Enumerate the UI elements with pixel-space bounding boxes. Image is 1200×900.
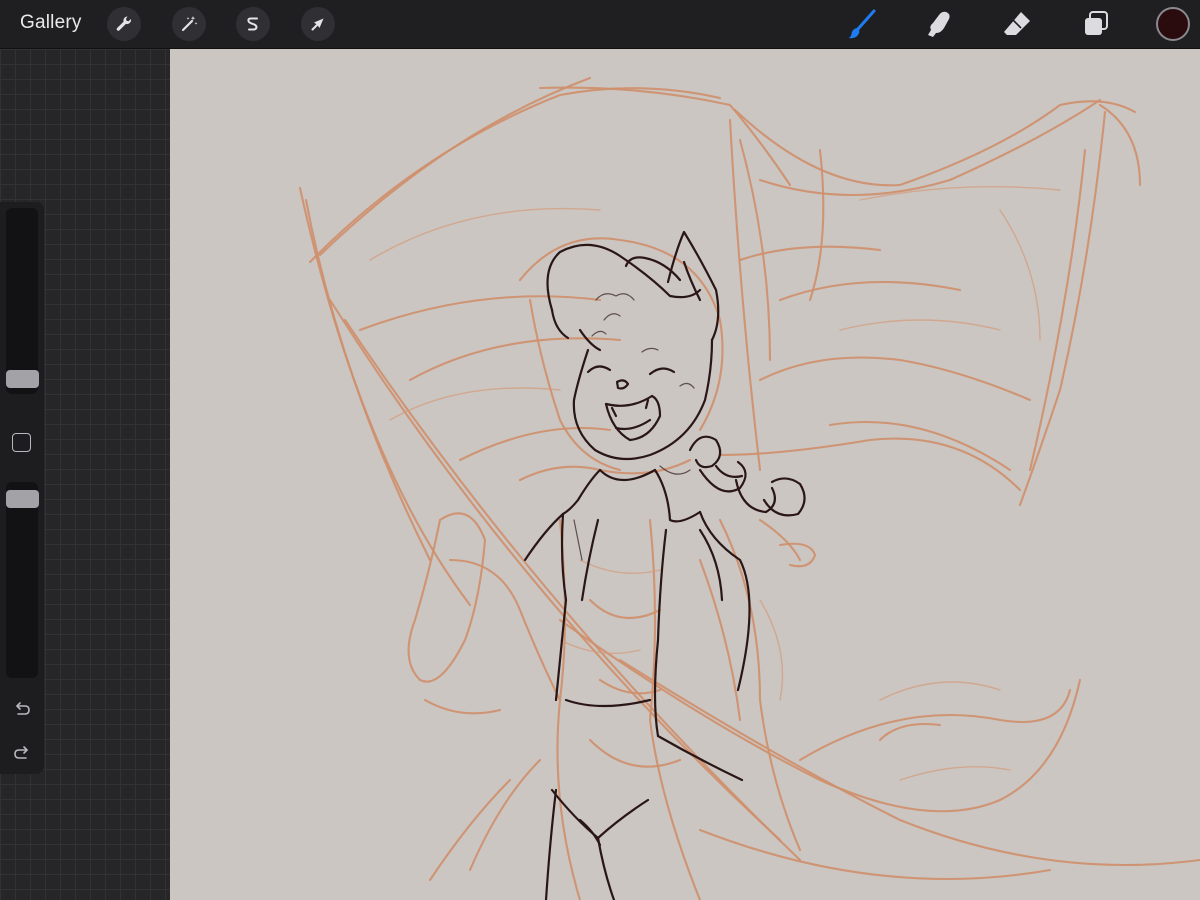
actions-button[interactable] <box>107 7 141 41</box>
sketch-artwork <box>298 76 1200 900</box>
redo-button[interactable] <box>10 740 34 764</box>
eraser-icon <box>1004 12 1030 35</box>
brush-icon <box>848 9 876 39</box>
undo-button[interactable] <box>10 696 34 720</box>
redo-arrow-icon <box>14 746 28 759</box>
brush-size-slider[interactable] <box>6 208 38 394</box>
arrow-cursor-icon <box>311 18 324 31</box>
procreate-app: Gallery <box>0 0 1200 900</box>
eraser-button[interactable] <box>999 6 1035 42</box>
smudge-finger-icon <box>928 11 950 38</box>
brush-size-slider-thumb[interactable] <box>6 370 39 388</box>
layers-icon <box>1085 11 1108 35</box>
layers-button[interactable] <box>1078 6 1114 42</box>
wrench-icon <box>116 16 132 31</box>
opacity-slider-thumb[interactable] <box>6 490 39 508</box>
smudge-button[interactable] <box>921 6 957 42</box>
adjustments-button[interactable] <box>172 7 206 41</box>
undo-arrow-icon <box>16 702 30 715</box>
magic-wand-icon <box>181 16 198 32</box>
color-picker-button[interactable] <box>1156 7 1190 41</box>
modify-button[interactable] <box>12 433 31 452</box>
brush-button[interactable] <box>844 6 880 42</box>
drawing-canvas[interactable] <box>170 49 1200 900</box>
transform-button[interactable] <box>301 7 335 41</box>
left-sidebar <box>0 202 44 774</box>
selection-button[interactable] <box>236 7 270 41</box>
opacity-slider[interactable] <box>6 482 38 678</box>
gallery-button[interactable]: Gallery <box>20 12 82 34</box>
top-toolbar: Gallery <box>0 0 1200 49</box>
selection-s-icon <box>247 17 258 31</box>
